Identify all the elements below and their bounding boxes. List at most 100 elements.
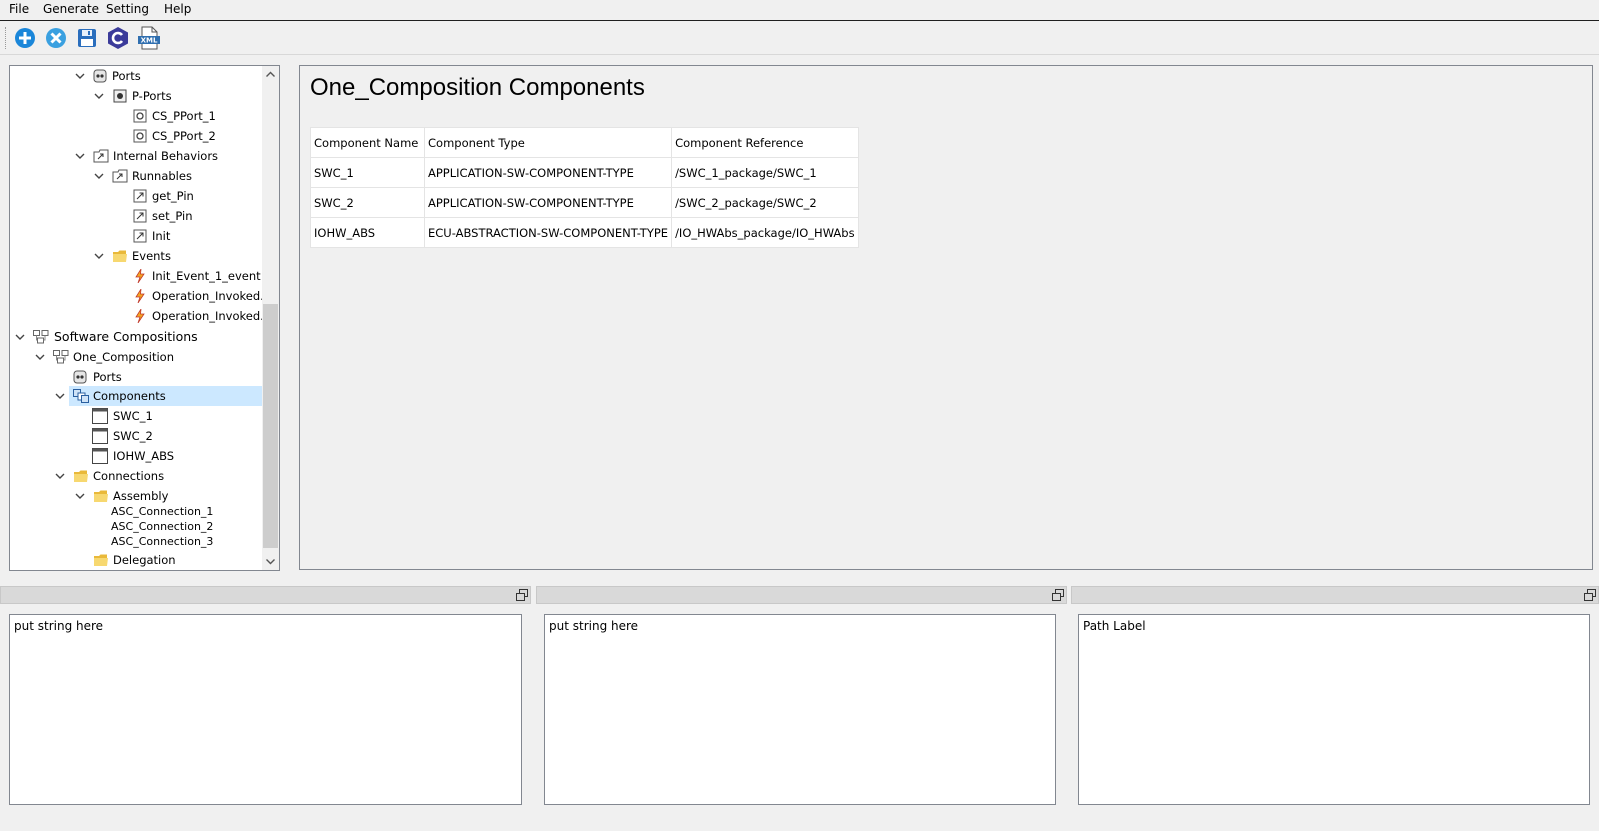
tree-item-label: ASC_Connection_2	[111, 520, 214, 533]
save-icon	[78, 29, 96, 47]
c-language-icon	[108, 27, 128, 49]
table-row[interactable]: SWC_2 APPLICATION-SW-COMPONENT-TYPE /SWC…	[310, 187, 859, 218]
delete-icon	[46, 28, 66, 48]
chevron-down-icon[interactable]	[54, 387, 66, 405]
menu-generate[interactable]: Generate	[37, 0, 105, 19]
float-window-icon[interactable]	[516, 589, 528, 601]
folder-icon	[113, 250, 127, 262]
tree-item-label: CS_PPort_1	[152, 109, 216, 123]
table-row[interactable]: IOHW_ABS ECU-ABSTRACTION-SW-COMPONENT-TY…	[310, 217, 859, 248]
port-icon	[133, 129, 147, 143]
tree-item-label: Events	[132, 249, 171, 263]
chevron-down-icon[interactable]	[93, 247, 105, 265]
path-label-panel[interactable]: Path Label	[1078, 614, 1590, 805]
chevron-down-icon[interactable]	[54, 467, 66, 485]
tree-item-label: get_Pin	[152, 189, 194, 203]
dock-titlebar-2[interactable]	[536, 586, 1067, 604]
runnable-icon	[133, 229, 147, 243]
scroll-down-arrow[interactable]	[262, 553, 279, 570]
chevron-down-icon[interactable]	[93, 87, 105, 105]
scroll-thumb[interactable]	[263, 304, 278, 548]
tree-item-label: ASC_Connection_1	[111, 505, 214, 518]
table-cell[interactable]: APPLICATION-SW-COMPONENT-TYPE	[423, 187, 673, 218]
event-icon	[135, 269, 145, 283]
chevron-down-icon[interactable]	[14, 328, 26, 346]
tree-item-label: Ports	[112, 69, 141, 83]
tree-item-label: Connections	[93, 469, 165, 483]
chevron-up-icon	[266, 71, 275, 77]
generate-c-button[interactable]	[106, 26, 130, 50]
components-icon	[73, 389, 89, 403]
runnable-icon	[133, 189, 147, 203]
p-port-icon	[113, 89, 127, 103]
column-header-reference[interactable]: Component Reference	[671, 127, 859, 158]
folder-icon	[94, 490, 108, 502]
table-cell[interactable]: /SWC_2_package/SWC_2	[671, 187, 859, 218]
project-tree[interactable]: Ports P-Ports CS_PPort_1 CS_PPort_2 Inte…	[9, 65, 280, 571]
chevron-down-icon[interactable]	[93, 167, 105, 185]
runnable-icon	[133, 209, 147, 223]
svg-text:XML: XML	[141, 37, 158, 45]
tree-item-label: Assembly	[113, 489, 169, 503]
column-header-name[interactable]: Component Name	[310, 127, 425, 158]
tree-item-label: P-Ports	[132, 89, 172, 103]
table-cell[interactable]: ECU-ABSTRACTION-SW-COMPONENT-TYPE	[423, 217, 673, 248]
chevron-down-icon[interactable]	[34, 348, 46, 366]
scroll-up-arrow[interactable]	[262, 66, 279, 83]
table-cell[interactable]: IOHW_ABS	[310, 217, 425, 248]
float-window-icon[interactable]	[1584, 589, 1596, 601]
component-icon	[92, 448, 108, 464]
menu-help[interactable]: Help	[158, 0, 197, 19]
component-icon	[92, 408, 108, 424]
generate-xml-button[interactable]: XML	[137, 26, 161, 50]
tree-item-label: IOHW_ABS	[113, 449, 175, 463]
chevron-down-icon[interactable]	[74, 147, 86, 165]
output-text-panel-1[interactable]: put string here	[9, 614, 522, 805]
table-row[interactable]: SWC_1 APPLICATION-SW-COMPONENT-TYPE /SWC…	[310, 157, 859, 188]
tree-item-label: One_Composition	[73, 350, 174, 364]
tree-item-label: Ports	[93, 370, 122, 384]
float-window-icon[interactable]	[1052, 589, 1064, 601]
table-cell[interactable]: /IO_HWAbs_package/IO_HWAbs	[671, 217, 859, 248]
component-icon	[92, 428, 108, 444]
tree-item-label: Delegation	[113, 553, 176, 567]
toolbar-grip[interactable]	[5, 27, 8, 49]
event-icon	[135, 289, 145, 303]
table-cell[interactable]: APPLICATION-SW-COMPONENT-TYPE	[423, 157, 673, 188]
output-text-panel-2[interactable]: put string here	[544, 614, 1056, 805]
add-icon	[15, 28, 35, 48]
chevron-down-icon[interactable]	[74, 487, 86, 505]
tree-item-label: SWC_2	[113, 429, 153, 443]
table-header-row: Component Name Component Type Component …	[310, 127, 859, 158]
add-button[interactable]	[13, 26, 37, 50]
tree-item-label: Init	[152, 229, 171, 243]
tree-item-label: Init_Event_1_event	[152, 269, 261, 283]
menu-file[interactable]: File	[3, 0, 35, 19]
tree-item-label: SWC_1	[113, 409, 153, 423]
xml-file-icon: XML	[138, 26, 160, 50]
tree-scrollbar[interactable]	[262, 66, 279, 570]
page-title: One_Composition Components	[310, 74, 645, 101]
table-cell[interactable]: SWC_2	[310, 187, 425, 218]
tree-item-label: CS_PPort_2	[152, 129, 216, 143]
ports-icon	[93, 69, 107, 83]
column-header-type[interactable]: Component Type	[423, 127, 673, 158]
tree-item-label: Components	[93, 389, 166, 403]
menu-setting[interactable]: Setting	[100, 0, 155, 19]
tree-item-label: Runnables	[132, 169, 192, 183]
chevron-down-icon	[266, 559, 275, 565]
table-cell[interactable]: SWC_1	[310, 157, 425, 188]
event-icon	[135, 309, 145, 323]
table-cell[interactable]: /SWC_1_package/SWC_1	[671, 157, 859, 188]
tree-item-label: set_Pin	[152, 209, 193, 223]
port-icon	[133, 109, 147, 123]
chevron-down-icon[interactable]	[74, 67, 86, 85]
behavior-folder-icon	[93, 149, 109, 163]
save-button[interactable]	[75, 26, 99, 50]
tree-item-label: Internal Behaviors	[113, 149, 219, 163]
dock-titlebar-1[interactable]	[0, 586, 531, 604]
menu-bar: File Generate Setting Help	[0, 0, 1599, 21]
delete-button[interactable]	[44, 26, 68, 50]
dock-titlebar-3[interactable]	[1071, 586, 1599, 604]
folder-icon	[74, 470, 88, 482]
